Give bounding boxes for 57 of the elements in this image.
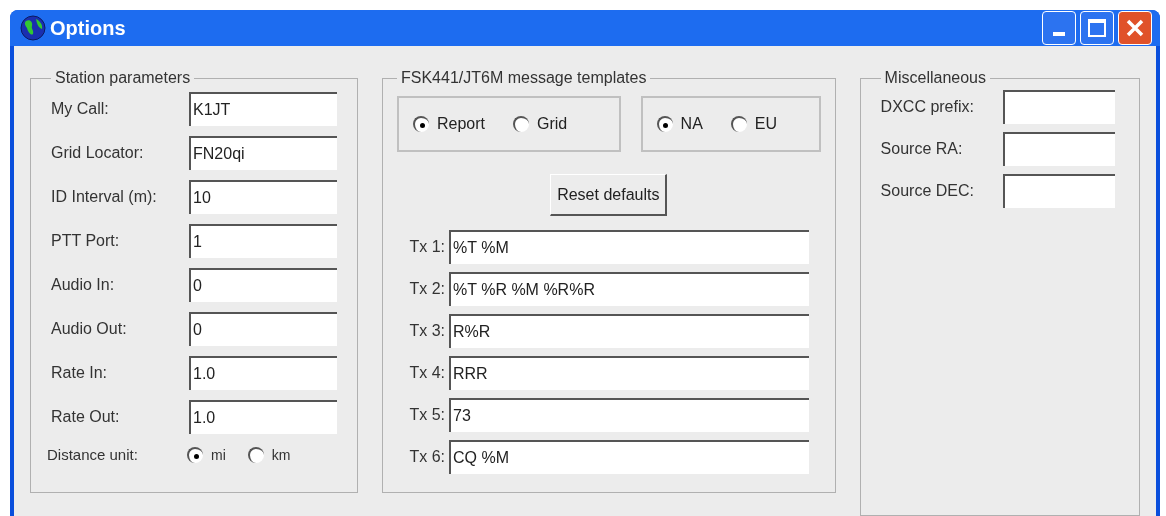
- field-label: PTT Port:: [51, 231, 121, 251]
- radio-button[interactable]: [187, 447, 203, 464]
- radio-label: Grid: [537, 114, 568, 134]
- input-field[interactable]: 1.0: [189, 356, 337, 390]
- field-label: Audio In:: [51, 275, 116, 295]
- field-label: Tx 4:: [408, 363, 446, 383]
- minimize-button[interactable]: [1042, 11, 1076, 45]
- radio-button[interactable]: [413, 116, 429, 132]
- input-field[interactable]: [1002, 132, 1115, 166]
- input-field[interactable]: 10: [189, 180, 337, 214]
- input-field[interactable]: [1002, 174, 1115, 208]
- group-title: Station parameters: [54, 68, 192, 88]
- close-icon: [1125, 18, 1145, 38]
- radio-label: Report: [437, 114, 486, 134]
- input-field[interactable]: 1: [189, 224, 337, 258]
- input-field[interactable]: [1002, 90, 1115, 124]
- input-field[interactable]: CQ %M: [449, 440, 809, 474]
- radio-label: km: [271, 445, 291, 465]
- window-title: Options: [50, 16, 126, 41]
- radio-button[interactable]: [656, 116, 673, 132]
- radio-button[interactable]: [730, 116, 747, 132]
- input-field[interactable]: 0: [189, 312, 337, 346]
- radio-button[interactable]: [247, 447, 264, 464]
- field-label: Tx 2:: [408, 279, 446, 299]
- field-label: ID Interval (m):: [51, 187, 158, 207]
- input-field[interactable]: R%R: [449, 314, 809, 348]
- close-button[interactable]: [1118, 11, 1152, 45]
- field-label: Grid Locator:: [51, 143, 145, 163]
- input-field[interactable]: RRR: [449, 356, 809, 390]
- input-field[interactable]: FN20qi: [189, 136, 337, 170]
- field-label: Tx 1:: [408, 237, 446, 257]
- field-label: Distance unit:: [47, 445, 139, 465]
- input-field[interactable]: 73: [449, 398, 809, 432]
- radio-label: mi: [211, 445, 226, 465]
- radio-button[interactable]: [513, 116, 530, 132]
- input-field[interactable]: K1JT: [189, 92, 337, 126]
- input-field[interactable]: %T %M: [449, 230, 809, 264]
- input-field[interactable]: 0: [189, 268, 337, 302]
- field-label: Tx 5:: [408, 405, 446, 425]
- field-label: Audio Out:: [51, 319, 128, 339]
- field-label: Tx 6:: [408, 447, 446, 467]
- maximize-button[interactable]: [1080, 11, 1114, 45]
- globe-icon: [20, 15, 46, 41]
- reset-defaults-button[interactable]: Reset defaults: [550, 174, 668, 216]
- field-label: Rate In:: [51, 363, 109, 383]
- group-title: FSK441/JT6M message templates: [400, 68, 648, 88]
- input-field[interactable]: 1.0: [189, 400, 337, 434]
- radio-label: NA: [680, 114, 703, 134]
- field-label: Rate Out:: [51, 407, 121, 427]
- field-label: Tx 3:: [408, 321, 446, 341]
- radio-label: EU: [754, 114, 778, 134]
- field-label: Source RA:: [880, 139, 964, 159]
- group-title: Miscellaneous: [883, 68, 987, 88]
- field-label: DXCC prefix:: [880, 97, 975, 117]
- input-field[interactable]: %T %R %M %R%R: [449, 272, 809, 306]
- field-label: Source DEC:: [880, 181, 975, 201]
- field-label: My Call:: [51, 99, 110, 119]
